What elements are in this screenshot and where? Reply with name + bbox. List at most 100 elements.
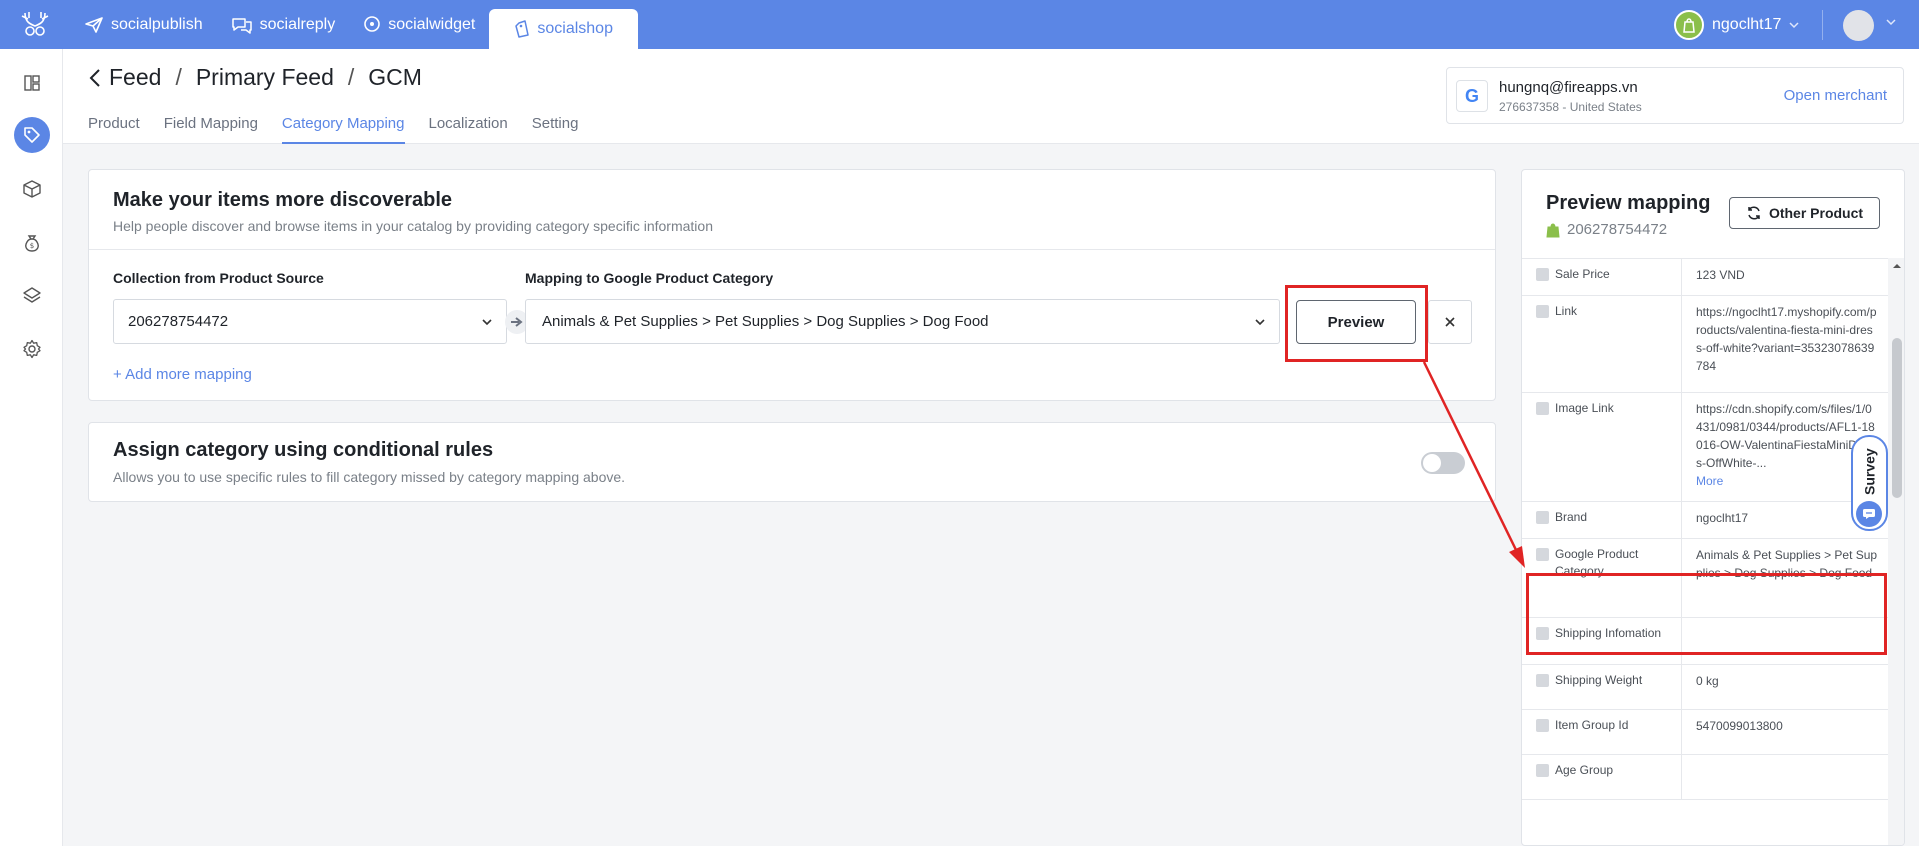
tab-category-mapping[interactable]: Category Mapping: [281, 115, 405, 144]
field-icon: [1536, 674, 1549, 687]
google-category-select[interactable]: Animals & Pet Supplies > Pet Supplies > …: [525, 299, 1280, 344]
toggle-knob: [1423, 454, 1441, 472]
breadcrumb: Feed / Primary Feed / GCM: [87, 64, 422, 91]
add-more-mapping-link[interactable]: + Add more mapping: [113, 366, 252, 383]
topnav-socialpublish[interactable]: socialpublish: [70, 5, 217, 45]
survey-chat-icon: [1856, 501, 1882, 527]
row-key: Age Group: [1522, 755, 1682, 799]
open-merchant-link[interactable]: Open merchant: [1784, 87, 1887, 104]
merchant-email: hungnq@fireapps.vn: [1499, 79, 1638, 96]
breadcrumb-current: GCM: [368, 64, 422, 90]
breadcrumb-feed[interactable]: Feed: [109, 64, 161, 91]
table-row: Sale Price 123 VND: [1522, 259, 1888, 296]
panel-title: Preview mapping: [1546, 192, 1711, 214]
shopify-bag-icon: [1546, 223, 1560, 237]
merchant-card: G hungnq@fireapps.vn 276637358 - United …: [1446, 67, 1904, 124]
card-description: Allows you to use specific rules to fill…: [113, 469, 626, 485]
row-key: Sale Price: [1522, 259, 1682, 295]
topnav-label: socialpublish: [111, 15, 203, 33]
row-key: Brand: [1522, 502, 1682, 538]
chevron-down-icon: [1789, 22, 1799, 29]
table-row: Shipping Weight 0 kg: [1522, 665, 1888, 710]
field-icon: [1536, 719, 1549, 732]
svg-text:$: $: [30, 242, 34, 250]
table-row: Brand ngoclht17: [1522, 502, 1888, 539]
layers-icon[interactable]: [18, 282, 46, 310]
left-sidebar: $: [0, 49, 63, 846]
highlight-box-preview: [1285, 285, 1428, 362]
topnav-socialwidget[interactable]: socialwidget: [349, 5, 489, 45]
field-icon: [1536, 268, 1549, 281]
topnav-socialshop[interactable]: socialshop: [489, 9, 638, 49]
layout-icon[interactable]: [18, 69, 46, 97]
google-logo-icon: G: [1456, 80, 1488, 112]
panel-product-id: 206278754472: [1546, 221, 1667, 238]
chevron-down-icon[interactable]: [1884, 17, 1898, 27]
page-header: Feed / Primary Feed / GCM Product Field …: [63, 49, 1919, 144]
paper-plane-icon: [85, 16, 103, 33]
chevron-down-icon: [482, 319, 492, 326]
tag-icon[interactable]: [14, 117, 50, 153]
row-value: 5470099013800: [1696, 719, 1783, 733]
gear-icon[interactable]: [18, 335, 46, 363]
table-row: Age Group: [1522, 755, 1888, 800]
conditional-rules-toggle[interactable]: [1421, 452, 1465, 474]
scrollbar-thumb[interactable]: [1892, 338, 1902, 498]
refresh-icon: [1748, 206, 1760, 220]
card-description: Help people discover and browse items in…: [113, 218, 713, 234]
divider: [89, 249, 1495, 250]
product-id-text: 206278754472: [1567, 221, 1668, 238]
breadcrumb-separator: /: [175, 64, 182, 90]
highlight-box-category: [1526, 573, 1887, 655]
image-link-value: https://cdn.shopify.com/s/files/1/0431/0…: [1696, 402, 1875, 470]
back-chevron-icon[interactable]: [87, 67, 103, 89]
survey-label: Survey: [1861, 448, 1878, 496]
tab-product[interactable]: Product: [88, 115, 140, 144]
other-product-button[interactable]: Other Product: [1729, 197, 1880, 229]
user-menu[interactable]: ngoclht17: [1674, 10, 1801, 40]
table-row: Item Group Id 5470099013800: [1522, 710, 1888, 755]
row-key: Item Group Id: [1522, 710, 1682, 754]
row-value: 0 kg: [1696, 674, 1719, 688]
table-row: Image Link https://cdn.shopify.com/s/fil…: [1522, 393, 1888, 502]
scroll-up-arrow-icon[interactable]: [1888, 260, 1905, 272]
user-name: ngoclht17: [1712, 16, 1782, 33]
tab-setting[interactable]: Setting: [532, 115, 579, 144]
panel-scrollbar[interactable]: [1888, 258, 1905, 845]
field-icon: [1536, 305, 1549, 318]
field-icon: [1536, 511, 1549, 524]
field-icon: [1536, 764, 1549, 777]
merchant-id-country: 276637358 - United States: [1499, 100, 1642, 114]
breadcrumb-separator: /: [347, 64, 355, 90]
row-key: Shipping Weight: [1522, 665, 1682, 709]
row-value: 123 VND: [1696, 268, 1745, 282]
box-icon[interactable]: [18, 175, 46, 203]
topnav-socialreply[interactable]: socialreply: [217, 5, 350, 45]
card-title: Make your items more discoverable: [113, 189, 453, 211]
preview-mapping-panel: Preview mapping 206278754472 Other Produ…: [1521, 169, 1905, 846]
google-category-select-value: Animals & Pet Supplies > Pet Supplies > …: [542, 313, 989, 330]
topnav-label: socialreply: [259, 15, 336, 33]
close-icon: [1445, 317, 1455, 327]
row-value: [1682, 755, 1888, 799]
collection-select[interactable]: 206278754472: [113, 299, 507, 344]
card-title: Assign category using conditional rules: [113, 439, 494, 461]
breadcrumb-primary-feed[interactable]: Primary Feed: [196, 64, 334, 91]
category-label: Mapping to Google Product Category: [525, 270, 774, 286]
app-logo-icon[interactable]: [20, 10, 50, 38]
tab-localization[interactable]: Localization: [429, 115, 508, 144]
tab-field-mapping[interactable]: Field Mapping: [164, 115, 258, 144]
remove-mapping-button[interactable]: [1428, 300, 1472, 344]
avatar[interactable]: [1843, 10, 1874, 41]
location-pin-icon: [364, 15, 381, 32]
survey-widget[interactable]: Survey: [1851, 435, 1888, 531]
field-icon: [1536, 548, 1549, 561]
collection-label: Collection from Product Source: [113, 270, 324, 286]
top-navigation-bar: socialpublish socialreply socialwidget s…: [0, 0, 1919, 49]
money-bag-icon[interactable]: $: [18, 229, 46, 257]
topnav-label: socialwidget: [388, 15, 476, 33]
shopify-badge-icon: [1674, 10, 1704, 40]
topbar-divider: [1822, 10, 1823, 40]
row-key: Image Link: [1522, 393, 1682, 501]
field-icon: [1536, 402, 1549, 415]
